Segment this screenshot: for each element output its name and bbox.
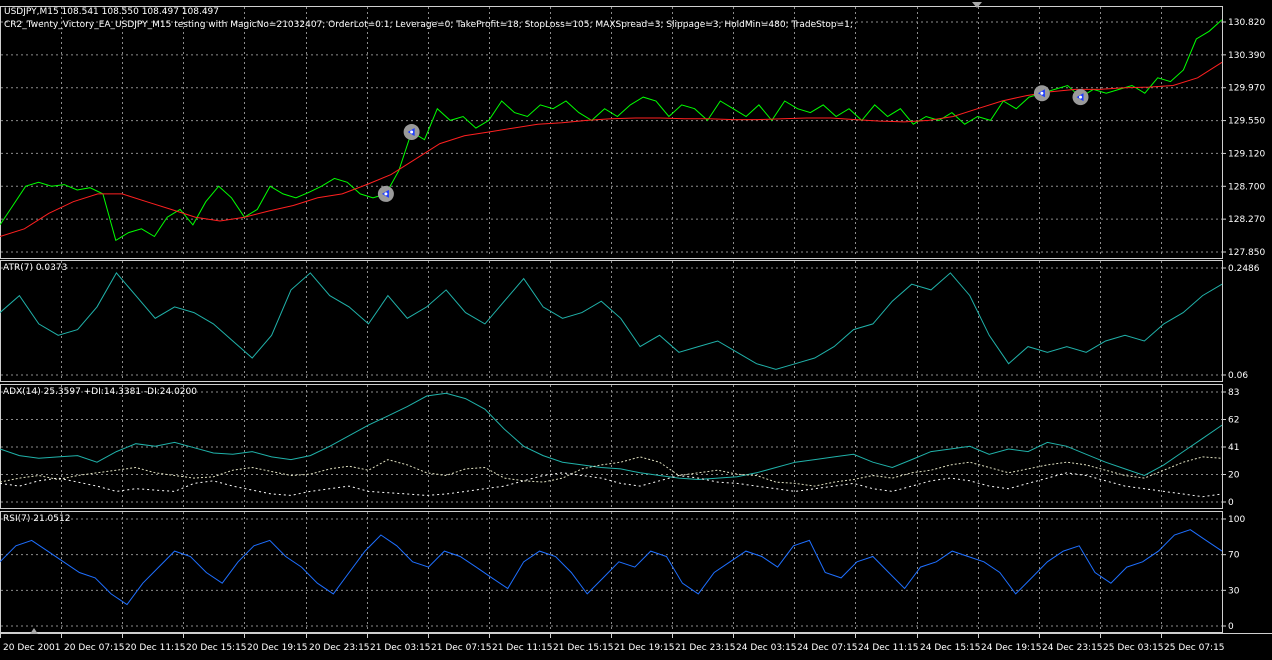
time-tick-label: 21 Dec 03:15 <box>370 643 431 653</box>
y-tick-label-adx: 62 <box>1228 416 1239 426</box>
y-tick-label-atr: 0.06 <box>1228 371 1248 381</box>
time-tick-label: 24 Dec 07:15 <box>797 643 858 653</box>
y-tick-label-price: 128.700 <box>1228 182 1265 192</box>
indicator-title-adx: ADX(14) 25.3597 +DI:14.3381 -DI:24.0200 <box>3 387 197 397</box>
y-tick-label-atr: 0.2486 <box>1228 264 1260 274</box>
time-tick-label: 24 Dec 11:15 <box>858 643 919 653</box>
mt4-chart-window[interactable]: 130.820 130.390 129.970 129.550 129.120 128.7… <box>0 0 1272 660</box>
trade-marker[interactable] <box>403 123 420 140</box>
time-tick-label: 21 Dec 19:15 <box>614 643 675 653</box>
time-tick-label: 21 Dec 11:15 <box>492 643 553 653</box>
y-tick-label-price: 130.820 <box>1228 18 1265 28</box>
time-tick-label: 24 Dec 15:15 <box>920 643 981 653</box>
y-tick-label-price: 130.390 <box>1228 51 1265 61</box>
y-tick-label-adx: 41 <box>1228 443 1239 453</box>
y-tick-label-price: 129.970 <box>1228 84 1265 94</box>
y-tick-label-price: 129.550 <box>1228 117 1265 127</box>
trade-marker[interactable] <box>377 185 394 202</box>
arrow-dot <box>1079 95 1083 99</box>
arrow-dot <box>384 192 388 196</box>
time-tick-label: 20 Dec 2001 <box>3 643 61 653</box>
y-tick-label-rsi: 100 <box>1228 515 1245 525</box>
y-tick-label-adx: 83 <box>1228 388 1239 398</box>
time-tick-label: 20 Dec 15:15 <box>186 643 247 653</box>
y-tick-label-rsi: 0 <box>1228 622 1234 632</box>
trade-marker[interactable] <box>1033 85 1050 102</box>
y-tick-label-adx: 0 <box>1228 498 1234 508</box>
time-tick-label: 24 Dec 03:15 <box>736 643 797 653</box>
time-tick-label: 20 Dec 07:15 <box>64 643 125 653</box>
y-tick-label-adx: 20 <box>1228 471 1240 481</box>
time-tick-label: 21 Dec 23:15 <box>675 643 736 653</box>
y-tick-label-rsi: 30 <box>1228 586 1240 596</box>
y-tick-label-price: 128.270 <box>1228 215 1265 225</box>
time-tick-label: 21 Dec 07:15 <box>431 643 492 653</box>
arrow-dot <box>410 130 414 134</box>
time-tick-label: 24 Dec 23:15 <box>1042 643 1103 653</box>
time-tick-label: 21 Dec 15:15 <box>553 643 614 653</box>
indicator-title-atr: ATR(7) 0.0373 <box>3 263 67 273</box>
y-tick-label-price: 129.120 <box>1228 149 1265 159</box>
trade-marker[interactable] <box>1072 89 1089 106</box>
arrow-dot <box>1040 91 1044 95</box>
time-tick-label: 20 Dec 19:15 <box>247 643 308 653</box>
time-tick-label: 25 Dec 07:15 <box>1164 643 1225 653</box>
ea-parameters-header: CR2_Twenty_Victory_EA_USDJPY_M15 testing… <box>4 20 853 30</box>
y-tick-label-rsi: 70 <box>1228 551 1240 561</box>
time-tick-label: 20 Dec 11:15 <box>125 643 186 653</box>
symbol-header: USDJPY,M15 108.541 108.550 108.497 108.4… <box>4 7 219 17</box>
time-tick-label: 20 Dec 23:15 <box>309 643 370 653</box>
indicator-title-rsi: RSI(7) 21.0512 <box>3 514 70 524</box>
time-tick-label: 24 Dec 19:15 <box>981 643 1042 653</box>
time-tick-label: 25 Dec 03:15 <box>1103 643 1164 653</box>
y-tick-label-price: 127.850 <box>1228 248 1265 258</box>
